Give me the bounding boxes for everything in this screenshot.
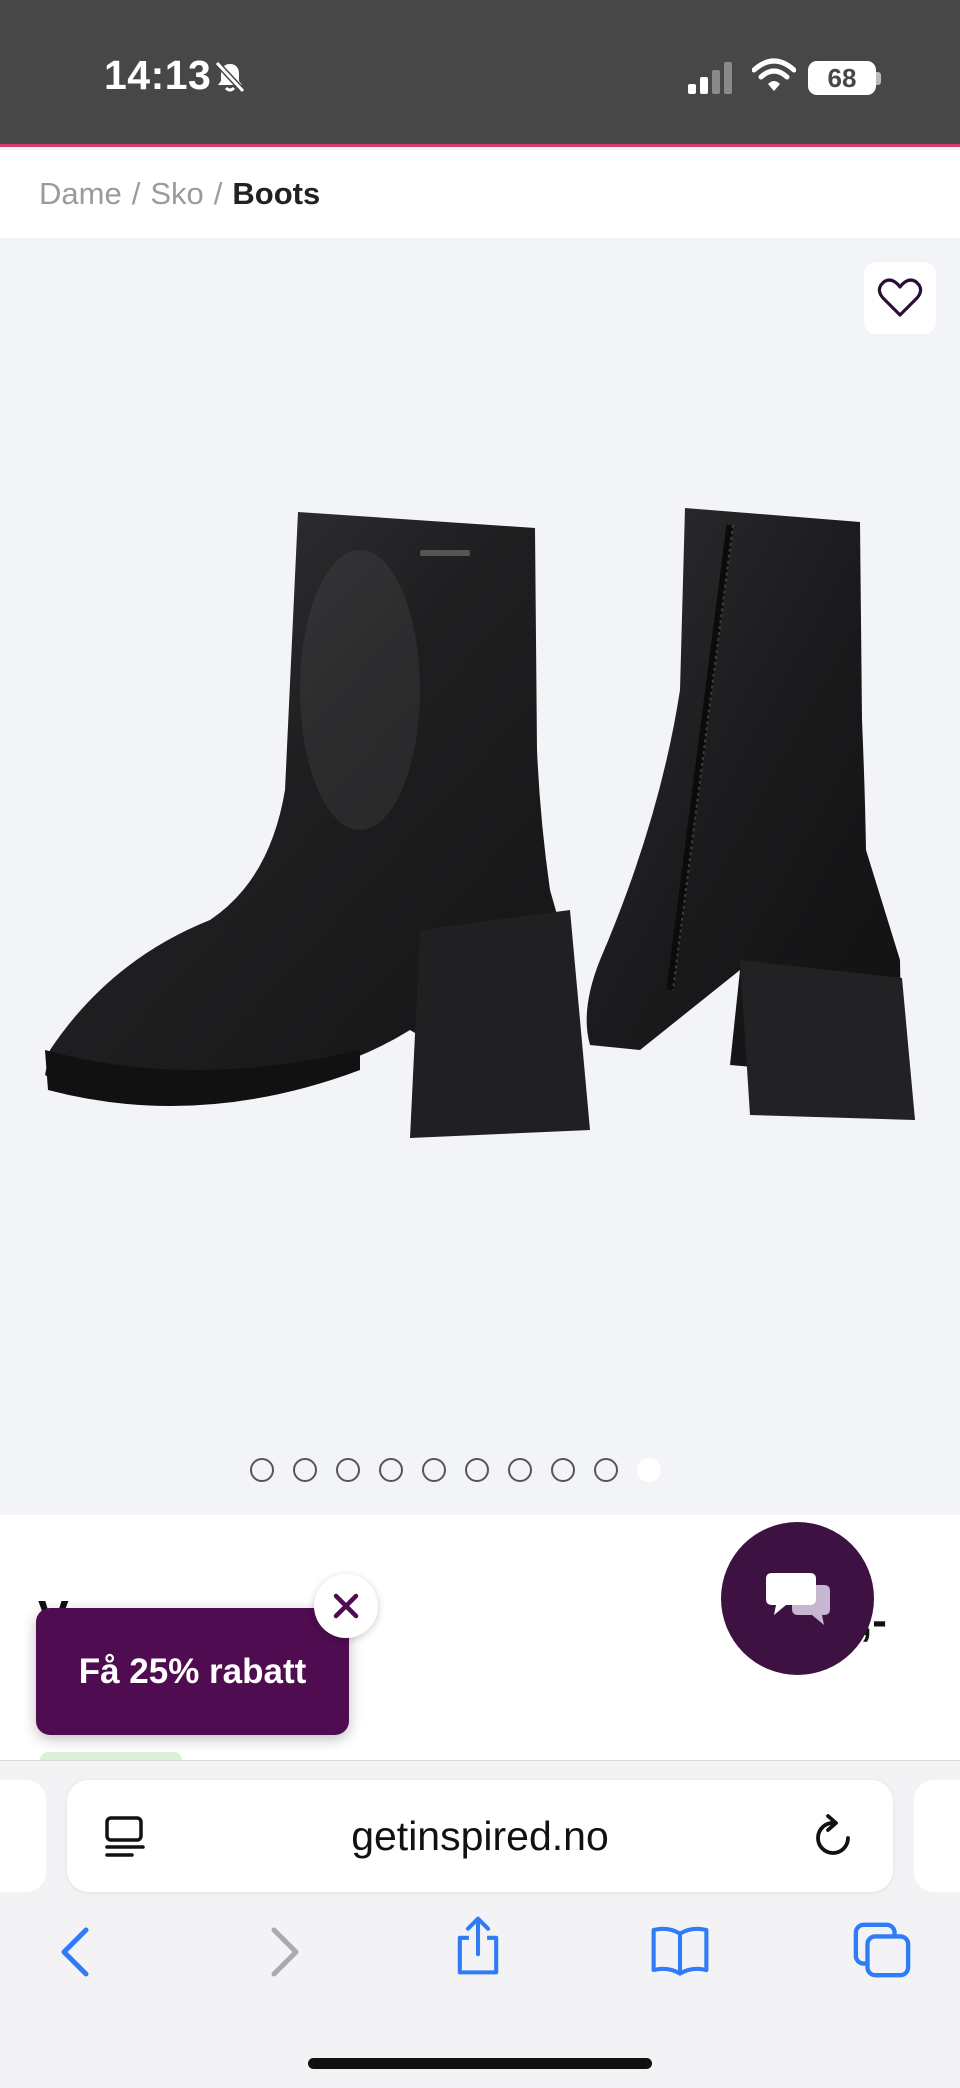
back-icon[interactable]: [48, 1922, 108, 1982]
breadcrumb-item-dame[interactable]: Dame: [39, 176, 122, 212]
carousel-dot[interactable]: [594, 1458, 618, 1482]
previous-tab-preview[interactable]: [0, 1780, 46, 1892]
carousel-dot[interactable]: [551, 1458, 575, 1482]
share-icon[interactable]: [448, 1916, 508, 1976]
breadcrumb-item-sko[interactable]: Sko: [150, 176, 203, 212]
wifi-icon: [752, 58, 796, 91]
status-accent-line: [0, 144, 960, 147]
battery-icon: [876, 72, 881, 85]
url-text[interactable]: getinspired.no: [67, 1780, 893, 1892]
mute-bell-icon: [214, 60, 246, 94]
image-carousel-indicator: [250, 1458, 661, 1482]
forward-icon[interactable]: [252, 1922, 312, 1982]
carousel-dot[interactable]: [293, 1458, 317, 1482]
cellular-signal-icon: [688, 62, 732, 94]
ankle-boots-image: [45, 508, 915, 1138]
bookmarks-icon[interactable]: [650, 1920, 710, 1980]
home-indicator[interactable]: [308, 2058, 652, 2069]
discount-promo-button[interactable]: Få 25% rabatt: [36, 1608, 349, 1735]
next-tab-preview[interactable]: [914, 1780, 960, 1892]
breadcrumb-separator: /: [131, 176, 141, 211]
breadcrumb: Dame / Sko / Boots: [0, 150, 960, 238]
carousel-dot[interactable]: [465, 1458, 489, 1482]
carousel-dot[interactable]: [336, 1458, 360, 1482]
tabs-icon[interactable]: [852, 1920, 912, 1980]
carousel-dot[interactable]: [379, 1458, 403, 1482]
close-icon: [333, 1593, 359, 1619]
reader-icon[interactable]: [104, 1815, 146, 1859]
carousel-dot[interactable]: [250, 1458, 274, 1482]
status-time: 14:13: [104, 52, 212, 98]
chat-bubbles-icon: [765, 1572, 830, 1625]
carousel-dot[interactable]: [508, 1458, 532, 1482]
heart-icon: [877, 278, 923, 317]
battery-level: 68: [808, 61, 876, 95]
reload-icon[interactable]: [812, 1812, 856, 1860]
carousel-dot-active[interactable]: [637, 1458, 661, 1482]
carousel-dot[interactable]: [422, 1458, 446, 1482]
promo-close-button[interactable]: [314, 1574, 378, 1638]
favorite-button[interactable]: [864, 262, 936, 334]
chat-button[interactable]: [721, 1522, 874, 1675]
breadcrumb-separator: /: [213, 176, 223, 211]
breadcrumb-item-boots: Boots: [232, 176, 321, 211]
